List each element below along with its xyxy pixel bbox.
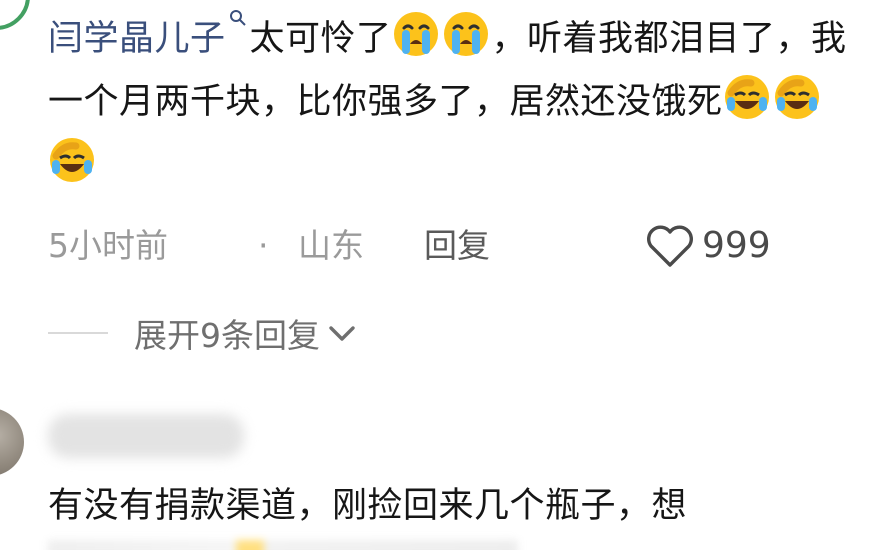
comment-text: 有没有捐款渠道，刚捡回来几个瓶子，想 xyxy=(48,486,688,526)
chevron-down-icon xyxy=(329,326,355,341)
timestamp: 5小时前 xyxy=(48,226,168,265)
comment-text-overflow xyxy=(48,540,518,550)
expand-replies[interactable]: 展开9条回复 xyxy=(48,308,358,358)
comment-meta: 5小时前 · 山东 回复 999 xyxy=(48,222,883,270)
comment-text-part-1: 太可怜了 xyxy=(249,19,392,59)
rolling-laughing-face-icon xyxy=(50,138,94,182)
location: 山东 xyxy=(298,226,364,265)
meta-separator: · xyxy=(258,226,269,265)
rolling-laughing-face-icon xyxy=(724,75,769,119)
heart-icon xyxy=(647,225,693,267)
comment-thread: 闫学晶儿子 太可怜了 ，听着我都泪目了，我一个月两千块，比你强多了，居然还没饿死 5… xyxy=(0,0,883,550)
avatar[interactable] xyxy=(0,0,30,30)
divider xyxy=(48,332,108,334)
reply-button[interactable]: 回复 xyxy=(424,222,490,270)
comment-body: 有没有捐款渠道，刚捡回来几个瓶子，想 xyxy=(48,475,878,538)
rolling-laughing-face-icon xyxy=(774,75,819,119)
crying-face-icon xyxy=(443,12,488,56)
like-button[interactable]: 999 xyxy=(644,222,771,270)
avatar[interactable] xyxy=(0,408,24,476)
comment-body: 闫学晶儿子 太可怜了 ，听着我都泪目了，我一个月两千块，比你强多了，居然还没饿死 xyxy=(48,8,868,197)
crying-face-icon xyxy=(393,12,438,56)
like-count: 999 xyxy=(702,225,771,266)
author-name[interactable]: 闫学晶儿子 xyxy=(48,19,226,59)
expand-replies-label: 展开9条回复 xyxy=(134,316,320,355)
search-icon xyxy=(229,10,246,26)
author-name-blurred xyxy=(48,414,244,458)
